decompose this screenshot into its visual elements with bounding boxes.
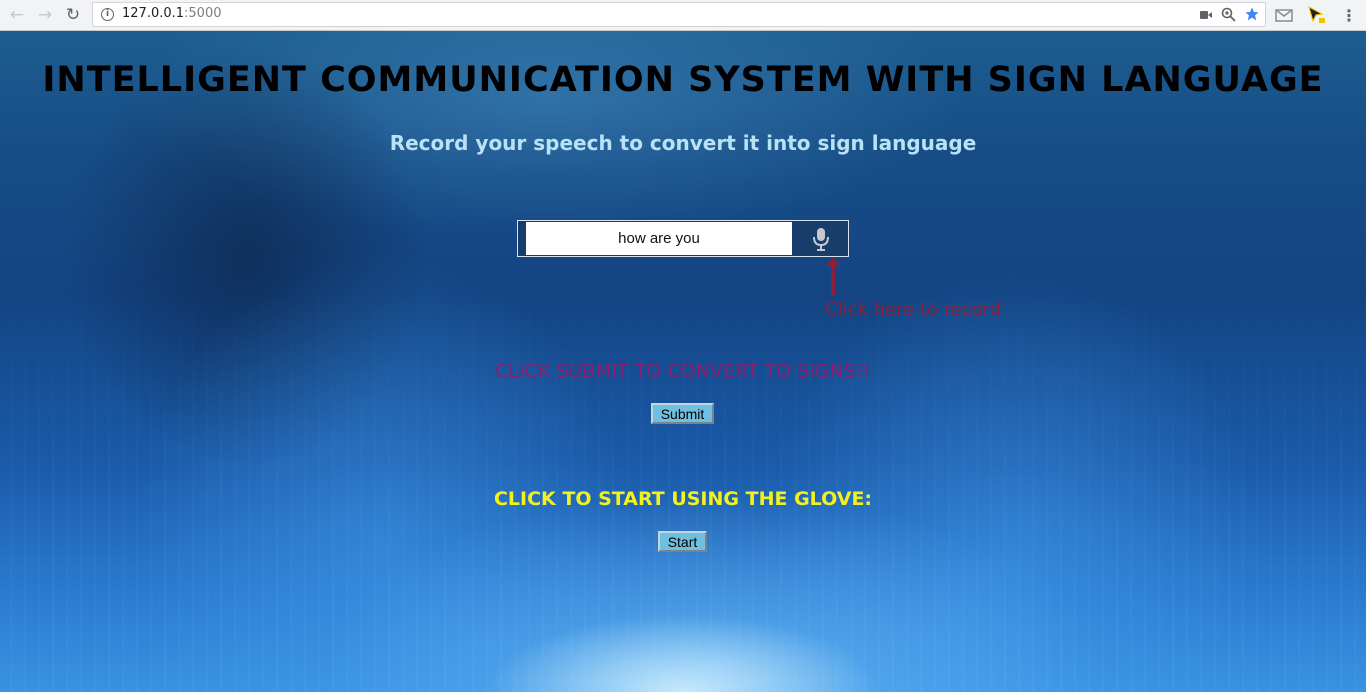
- submit-prompt: CLICK SUBMIT TO CONVERT TO SIGNS!!: [495, 360, 871, 382]
- zoom-icon[interactable]: [1221, 7, 1236, 22]
- address-bar[interactable]: i 127.0.0.1:5000: [92, 2, 1266, 27]
- record-button[interactable]: [793, 222, 848, 255]
- url-text[interactable]: 127.0.0.1:5000: [122, 6, 222, 21]
- arrow-left-icon[interactable]: ←: [6, 4, 28, 26]
- arrow-right-icon[interactable]: →: [34, 4, 56, 26]
- start-button[interactable]: Start: [658, 531, 707, 552]
- microphone-icon: [812, 227, 829, 251]
- extension-mail-icon[interactable]: [1275, 7, 1293, 23]
- url-port: :5000: [184, 6, 222, 21]
- camera-icon[interactable]: [1199, 8, 1213, 22]
- star-icon[interactable]: [1244, 6, 1260, 22]
- url-host: 127.0.0.1: [122, 6, 185, 21]
- speech-text-input[interactable]: [526, 222, 792, 255]
- page-title: INTELLIGENT COMMUNICATION SYSTEM WITH SI…: [42, 60, 1324, 100]
- arrow-up-icon: [825, 257, 841, 295]
- page-subtitle: Record your speech to convert it into si…: [389, 131, 977, 155]
- page-background: INTELLIGENT COMMUNICATION SYSTEM WITH SI…: [0, 31, 1366, 692]
- record-hint: Click here to record: [825, 299, 1002, 320]
- extension-cursor-icon[interactable]: [1307, 5, 1327, 25]
- reload-icon[interactable]: ↻: [62, 4, 84, 26]
- glove-prompt: CLICK TO START USING THE GLOVE:: [493, 488, 873, 510]
- speech-input-group: [517, 220, 849, 257]
- browser-toolbar: ← → ↻ i 127.0.0.1:5000 ⋮: [0, 0, 1366, 31]
- submit-button[interactable]: Submit: [651, 403, 714, 424]
- kebab-menu-icon[interactable]: ⋮: [1338, 4, 1360, 26]
- info-icon[interactable]: i: [101, 8, 114, 21]
